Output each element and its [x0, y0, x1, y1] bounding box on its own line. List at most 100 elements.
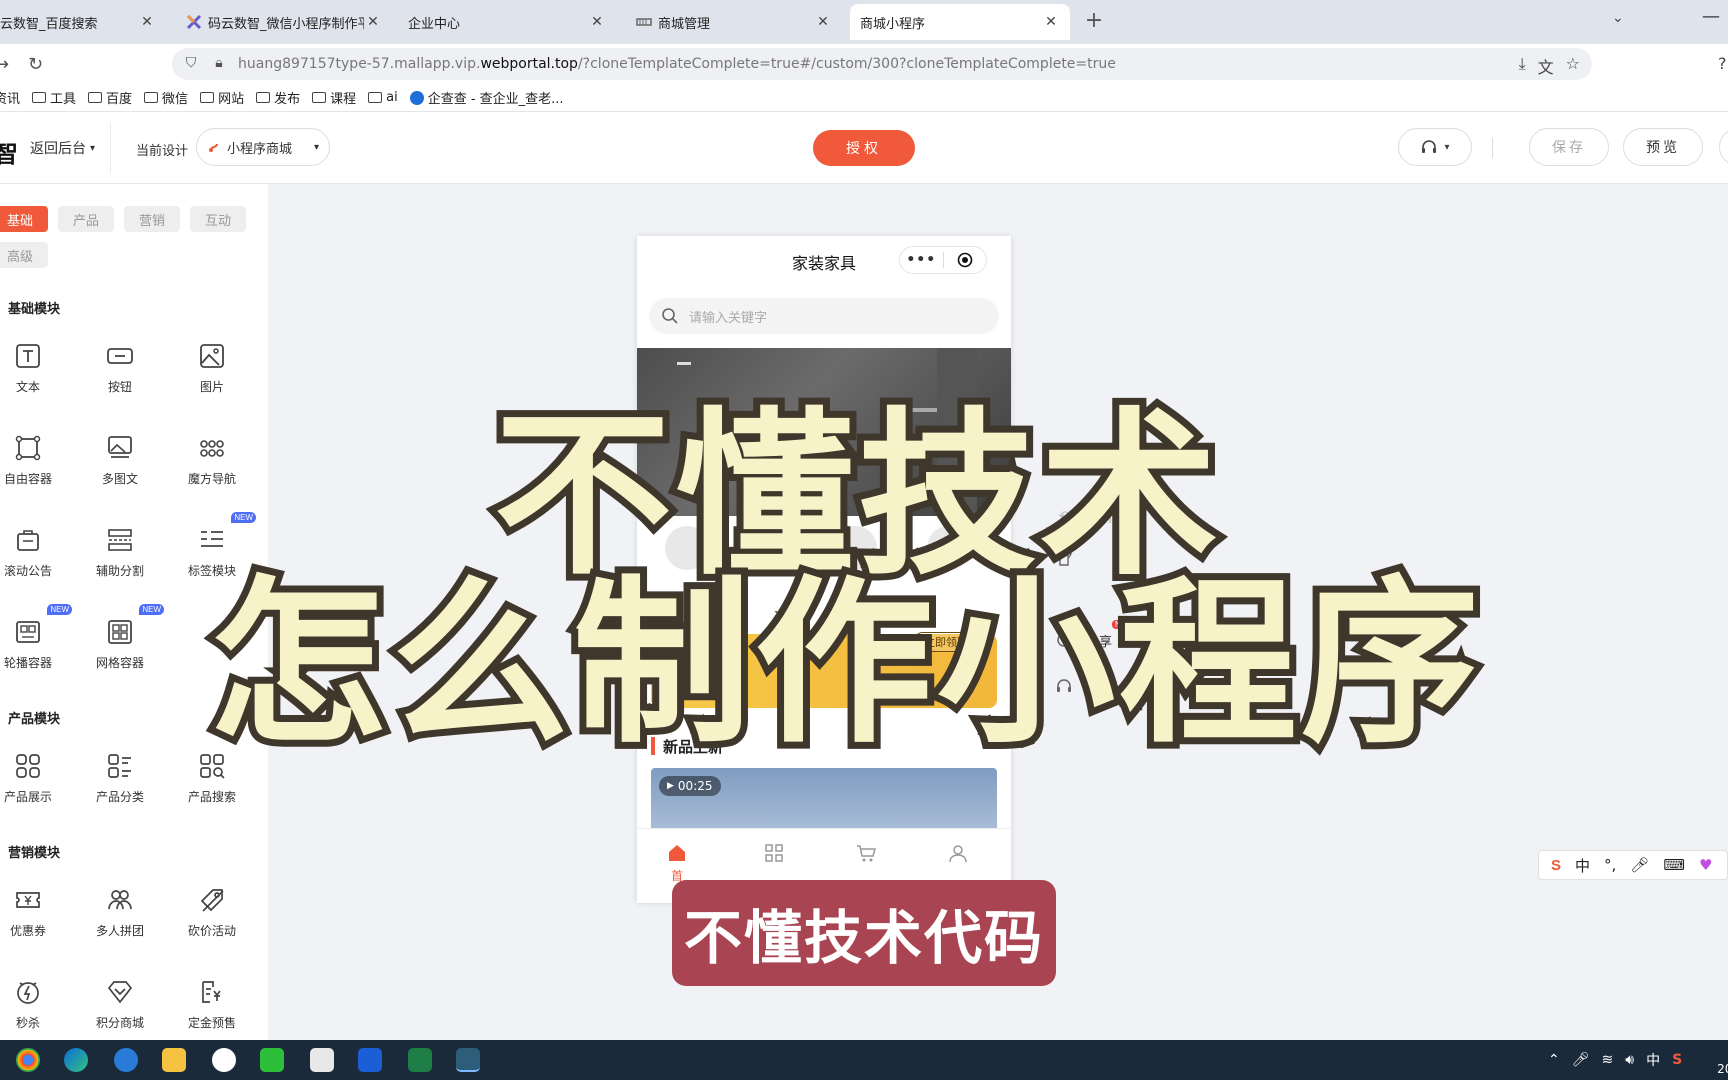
skin-icon[interactable]: ♥	[1699, 856, 1712, 874]
tab-mayun-platform[interactable]: 码云数智_微信小程序制作平台_ ✕	[176, 4, 392, 40]
bookmark-baidu[interactable]: 百度	[88, 88, 132, 107]
tab-product[interactable]: 产品	[58, 206, 114, 232]
wifi-icon[interactable]: ≋	[1602, 1052, 1614, 1068]
tray-lang[interactable]: 中	[1646, 1050, 1660, 1070]
component-text[interactable]: 文本	[0, 342, 70, 412]
phone-preview[interactable]: 家装家具 ••• 请输入关键字 立即领取 新品上新 › ▶ 00:25 首	[637, 236, 1011, 903]
close-icon[interactable]: ✕	[814, 14, 832, 30]
volume-icon[interactable]: 🔊︎	[1625, 1052, 1634, 1068]
tab-basic[interactable]: 基础	[0, 206, 48, 232]
component-rubik-nav[interactable]: 魔方导航	[170, 434, 254, 504]
authorize-button[interactable]: 授权	[813, 130, 915, 166]
more-button[interactable]	[1719, 128, 1728, 166]
nav-item-icon[interactable]	[927, 526, 971, 570]
translate-icon[interactable]: 文	[1538, 54, 1554, 78]
reload-icon[interactable]: ↻	[28, 54, 43, 75]
bookmark-tools[interactable]: 工具	[32, 88, 76, 107]
app-icon[interactable]	[310, 1048, 334, 1072]
close-icon[interactable]: ✕	[138, 14, 156, 30]
sogou-tray-icon[interactable]: S	[1672, 1052, 1682, 1068]
shield-icon[interactable]: ⛉	[182, 55, 200, 73]
bookmark-publish[interactable]: 发布	[256, 88, 300, 107]
tab-cart[interactable]	[846, 843, 886, 863]
microphone-icon[interactable]: 🎤︎	[1630, 856, 1649, 874]
component-bargain[interactable]: 砍价活动	[170, 886, 254, 956]
component-product-search[interactable]: 产品搜索	[170, 752, 254, 822]
component-free-container[interactable]: 自由容器	[0, 434, 70, 504]
back-to-admin-button[interactable]: 返回后台 ▾	[30, 138, 95, 158]
tab-marketing[interactable]: 营销	[124, 206, 180, 232]
component-image[interactable]: 图片	[170, 342, 254, 412]
component-group-buy[interactable]: 多人拼团	[78, 886, 162, 956]
component-grid-container[interactable]: NEW 网格容器	[78, 604, 164, 688]
customer-service-button[interactable]: 客服	[1054, 676, 1112, 696]
tab-mall-miniprogram[interactable]: 商城小程序 ✕	[850, 4, 1070, 40]
tab-profile[interactable]	[938, 843, 978, 863]
tab-mall-management[interactable]: 商城管理 ✕	[626, 4, 842, 40]
nav-item-icon[interactable]	[749, 526, 793, 570]
component-points-mall[interactable]: 积分商城	[78, 978, 162, 1040]
search-bar[interactable]: 请输入关键字	[649, 298, 999, 334]
save-button[interactable]: 保存	[1529, 128, 1609, 166]
tab-category[interactable]	[754, 843, 794, 863]
bookmark-news[interactable]: 资讯	[0, 88, 20, 107]
active-app-icon[interactable]	[456, 1048, 480, 1072]
video-thumbnail[interactable]: ▶ 00:25	[651, 768, 997, 828]
support-button[interactable]: ▾	[1398, 128, 1472, 166]
nav-item-icon[interactable]	[833, 526, 877, 570]
ime-lang-toggle[interactable]: 中	[1575, 855, 1590, 876]
lock-icon[interactable]: 🔒︎	[210, 55, 228, 73]
bookmark-courses[interactable]: 课程	[312, 88, 356, 107]
sogou-browser-icon[interactable]	[114, 1048, 138, 1072]
tab-interaction[interactable]: 互动	[190, 206, 246, 232]
punctuation-icon[interactable]: °,	[1604, 856, 1616, 874]
help-icon[interactable]: ?	[1718, 54, 1727, 73]
new-tab-icon[interactable]: +	[1082, 8, 1106, 33]
keyboard-icon[interactable]: ⌨	[1663, 856, 1685, 874]
feishu-icon[interactable]	[358, 1048, 382, 1072]
close-icon[interactable]: ✕	[588, 14, 606, 30]
component-button[interactable]: 按钮	[78, 342, 162, 412]
component-carousel[interactable]: NEW 轮播容器	[0, 604, 72, 688]
download-icon[interactable]: ⤓	[1519, 54, 1526, 78]
window-minimize-icon[interactable]: —	[1702, 6, 1720, 27]
tab-home[interactable]: 首	[657, 843, 697, 884]
close-icon[interactable]: ✕	[1042, 14, 1060, 30]
wechat-icon[interactable]	[260, 1048, 284, 1072]
component-divider[interactable]: 辅助分割	[78, 526, 162, 596]
component-tag-module[interactable]: NEW 标签模块	[170, 512, 256, 596]
component-product-show[interactable]: 产品展示	[0, 752, 70, 822]
component-flash-sale[interactable]: 秒杀	[0, 978, 70, 1040]
clock[interactable]: 8 202	[1700, 1042, 1728, 1078]
file-explorer-icon[interactable]	[162, 1048, 186, 1072]
bookmark-wechat[interactable]: 微信	[144, 88, 188, 107]
bookmark-qichacha[interactable]: 企查查 - 查企业_查老...	[409, 88, 564, 107]
close-icon[interactable]: ✕	[364, 14, 382, 30]
component-multi-image[interactable]: 多图文	[78, 434, 162, 504]
nav-item-icon[interactable]	[665, 526, 709, 570]
component-presale[interactable]: 定金预售	[170, 978, 254, 1040]
preview-button[interactable]: 预览	[1623, 128, 1703, 166]
share-button[interactable]: 分享 NEW	[1054, 620, 1137, 650]
sogou-logo-icon[interactable]: S	[1551, 857, 1561, 874]
qq-icon[interactable]	[212, 1048, 236, 1072]
forward-icon[interactable]: →	[0, 54, 9, 75]
tab-enterprise-center[interactable]: 企业中心 ✕	[398, 4, 616, 40]
star-icon[interactable]: ☆	[1566, 54, 1580, 78]
new-arrivals-header[interactable]: 新品上新 ›	[651, 734, 997, 758]
banner-image[interactable]	[637, 348, 1011, 516]
claim-coupon-button[interactable]: 立即领取	[913, 632, 979, 652]
url-field[interactable]: ⛉ 🔒︎ huang897157type-57.mallapp.vip.webp…	[172, 48, 1592, 80]
shirt-tool-button[interactable]	[1054, 548, 1074, 568]
excel-icon[interactable]	[408, 1048, 432, 1072]
chevron-up-icon[interactable]: ⌃	[1548, 1052, 1560, 1068]
tab-advanced[interactable]: 高级	[0, 242, 48, 268]
component-scroll-notice[interactable]: 滚动公告	[0, 526, 70, 596]
chevron-down-icon[interactable]: ⌄	[1612, 10, 1624, 26]
chrome-icon[interactable]	[16, 1048, 40, 1072]
edge-icon[interactable]	[64, 1048, 88, 1072]
component-product-category[interactable]: 产品分类	[78, 752, 162, 822]
design-select[interactable]: 小程序商城 ▾	[196, 128, 330, 166]
bookmark-ai[interactable]: ai	[368, 90, 398, 105]
undo-button[interactable]: ↶ 撤销	[1054, 506, 1112, 526]
